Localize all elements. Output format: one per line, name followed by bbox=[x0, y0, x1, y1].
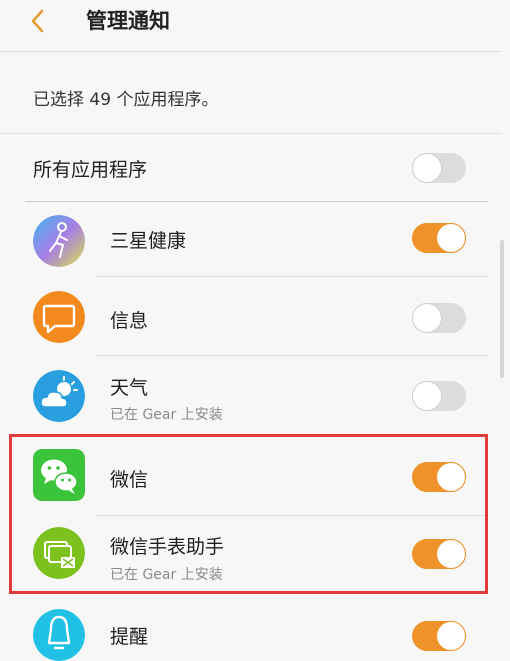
app-name: 提醒 bbox=[110, 626, 149, 648]
samsung-health-icon bbox=[33, 215, 85, 267]
summary-divider bbox=[0, 133, 502, 134]
all-apps-divider bbox=[25, 201, 488, 202]
app-name: 信息 bbox=[110, 310, 149, 332]
app-name: 微信 bbox=[110, 469, 149, 491]
back-arrow-icon[interactable] bbox=[26, 8, 52, 34]
top-app-bar: 管理通知 bbox=[0, 0, 502, 50]
app-row-samsung-health[interactable]: 三星健康 bbox=[0, 206, 496, 276]
app-row-reminder[interactable]: 提醒 bbox=[0, 600, 496, 661]
app-install-status: 已在 Gear 上安装 bbox=[110, 567, 223, 583]
app-toggle-reminder[interactable] bbox=[412, 621, 466, 651]
app-name: 微信手表助手 bbox=[110, 536, 225, 558]
app-name: 天气 bbox=[110, 377, 149, 399]
app-toggle-wechat[interactable] bbox=[412, 462, 466, 492]
row-divider bbox=[96, 355, 488, 356]
page-title: 管理通知 bbox=[86, 9, 170, 33]
reminder-icon bbox=[33, 609, 85, 661]
app-install-status: 已在 Gear 上安装 bbox=[110, 407, 223, 423]
app-toggle-weather[interactable] bbox=[412, 381, 466, 411]
app-row-messages[interactable]: 信息 bbox=[0, 279, 496, 359]
wechat-watch-assistant-icon bbox=[33, 527, 85, 579]
app-toggle-wechat-watch-assistant[interactable] bbox=[412, 539, 466, 569]
all-apps-row[interactable]: 所有应用程序 bbox=[0, 138, 496, 200]
all-apps-label: 所有应用程序 bbox=[33, 159, 148, 181]
app-name: 三星健康 bbox=[110, 230, 187, 252]
app-row-weather[interactable]: 天气 已在 Gear 上安装 bbox=[0, 359, 496, 433]
wechat-icon bbox=[33, 449, 85, 501]
selected-apps-summary: 已选择 49 个应用程序。 bbox=[33, 90, 219, 110]
scrollbar[interactable] bbox=[500, 240, 504, 378]
row-divider bbox=[96, 515, 488, 516]
app-toggle-samsung-health[interactable] bbox=[412, 223, 466, 253]
header-divider bbox=[0, 51, 502, 52]
row-divider bbox=[96, 276, 488, 277]
app-toggle-messages[interactable] bbox=[412, 303, 466, 333]
app-row-wechat[interactable]: 微信 bbox=[0, 438, 496, 514]
weather-icon bbox=[33, 370, 85, 422]
all-apps-toggle[interactable] bbox=[412, 153, 466, 183]
messages-icon bbox=[33, 291, 85, 343]
app-row-wechat-watch-assistant[interactable]: 微信手表助手 已在 Gear 上安装 bbox=[0, 518, 496, 590]
